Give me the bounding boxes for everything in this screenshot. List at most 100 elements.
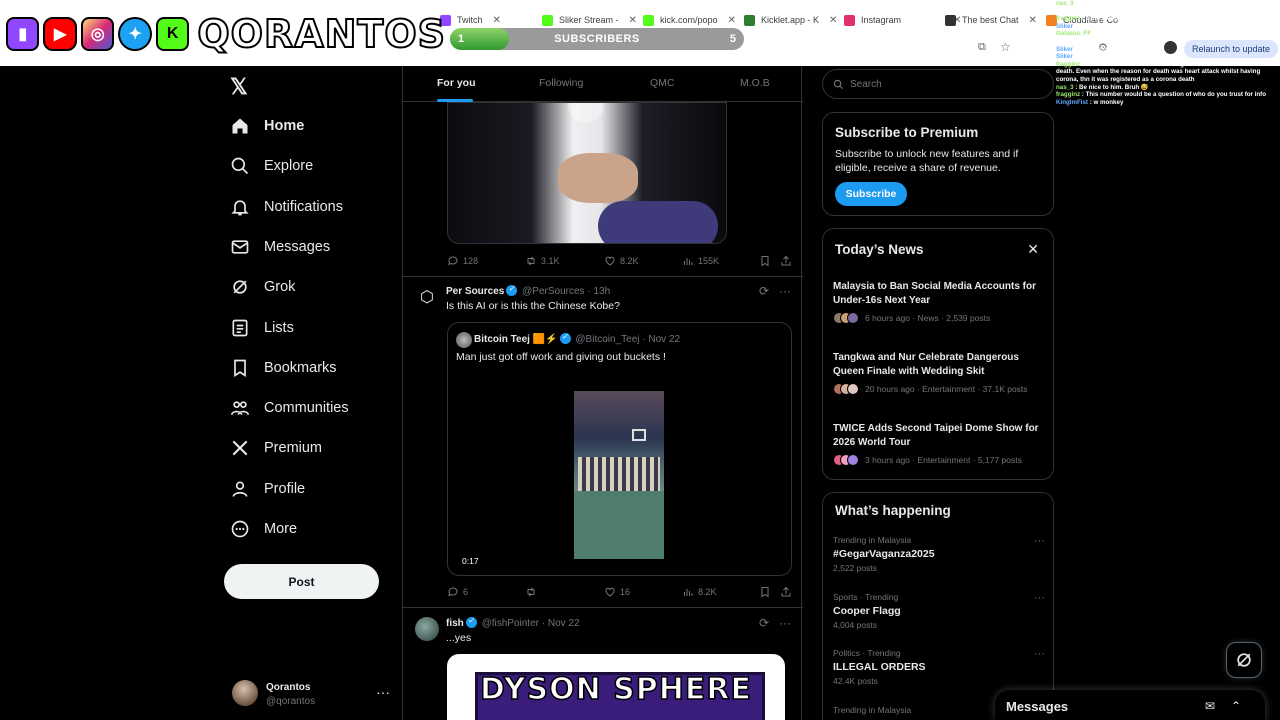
post-button[interactable]: Post <box>224 564 379 599</box>
trend-item[interactable]: Sports · Trending Cooper Flagg 4,004 posts… <box>833 592 1045 630</box>
post-image[interactable]: DYSON SPHERE <box>447 654 785 720</box>
author-name[interactable]: fish <box>446 618 464 629</box>
screen: Twitch ✕ Sliker Stream - ✕ kick.com/popo ✕ … <box>0 0 1280 720</box>
expand-icon[interactable]: ⌃ <box>1231 699 1241 713</box>
tab-following[interactable]: Following <box>539 77 583 89</box>
avatar[interactable] <box>415 617 439 641</box>
news-item[interactable]: Malaysia to Ban Social Media Accounts fo… <box>833 280 1045 324</box>
bookmark-button[interactable] <box>759 255 771 267</box>
views-button[interactable]: 155K <box>682 255 719 267</box>
post-time[interactable]: 13h <box>593 286 610 297</box>
more-dots-icon[interactable]: ··· <box>779 616 791 630</box>
home-icon <box>232 118 248 134</box>
author-handle[interactable]: @PerSources <box>522 286 584 297</box>
search-icon <box>231 157 249 175</box>
close-icon[interactable]: ✕ <box>829 15 837 26</box>
sidebar-item-more[interactable]: More <box>230 512 400 546</box>
browser-tab[interactable]: Kicklet.app - K ✕ <box>744 12 837 28</box>
tab-qmc[interactable]: QMC <box>650 77 675 89</box>
more-dots-icon[interactable]: ··· <box>1034 535 1045 547</box>
chat-username: nas_3 <box>1056 0 1074 7</box>
browser-tab[interactable]: kick.com/popo ✕ <box>643 12 736 28</box>
browser-tab[interactable]: The best Chat ✕ <box>945 12 1037 28</box>
close-icon[interactable]: ✕ <box>1029 15 1037 26</box>
timeline: For you Following QMC M.O.B 128 3.1K 8.2… <box>402 66 803 720</box>
sidebar-item-messages[interactable]: Messages <box>230 230 400 264</box>
subscriber-goal-bar: 1 SUBSCRIBERS 5 <box>450 28 744 50</box>
like-count: 8.2K <box>620 256 639 266</box>
x-logo-icon[interactable]: 𝕏 <box>230 74 248 100</box>
more-dots-icon[interactable]: ··· <box>1034 648 1045 660</box>
tab-for-you[interactable]: For you <box>437 77 476 89</box>
search-input[interactable]: Search <box>822 69 1054 99</box>
tab-label: Kicklet.app - K <box>761 15 820 25</box>
post-actions: 128 3.1K 8.2K 155K <box>447 253 793 269</box>
repost-button[interactable]: 3.1K <box>525 255 560 267</box>
kick-favicon-icon <box>542 14 553 26</box>
video-player[interactable] <box>574 391 664 559</box>
install-icon[interactable]: ⧉ <box>978 41 986 54</box>
repost-button[interactable] <box>525 586 541 598</box>
bookmark-button[interactable] <box>759 586 771 598</box>
search-icon <box>833 79 844 89</box>
close-icon[interactable]: ✕ <box>629 15 637 26</box>
play-icon[interactable] <box>568 103 604 123</box>
tab-mob[interactable]: M.O.B <box>740 77 770 89</box>
new-message-icon[interactable]: ✉ <box>1205 699 1215 713</box>
post-time[interactable]: Nov 22 <box>548 618 580 629</box>
goal-label: SUBSCRIBERS <box>554 33 640 45</box>
trend-context: Sports · Trending <box>833 592 899 602</box>
browser-tab[interactable]: Twitch ✕ <box>440 12 501 28</box>
news-item[interactable]: TWICE Adds Second Taipei Dome Show for 2… <box>833 422 1045 466</box>
grok-icon[interactable]: ⟳ <box>759 284 769 298</box>
account-switcher[interactable]: Qorantos @qorantos ··· <box>232 680 392 710</box>
sidebar-item-bookmarks[interactable]: Bookmarks <box>230 351 400 385</box>
more-dots-icon[interactable]: ··· <box>779 284 791 298</box>
grok-button[interactable] <box>1226 642 1262 678</box>
chat-message: Galasus_FF : That's why I asked how many… <box>1056 30 1266 45</box>
sidebar-item-communities[interactable]: Communities <box>230 391 400 425</box>
sidebar-item-notifications[interactable]: Notifications <box>230 190 400 224</box>
bookmark-star-icon[interactable]: ☆ <box>1000 40 1011 54</box>
chat-message: KingImFist : w monkey <box>1056 98 1124 106</box>
trend-item[interactable]: Trending in Malaysia #GegarVaganza2025 2,5… <box>833 535 1045 573</box>
close-icon[interactable]: ✕ <box>1027 241 1039 258</box>
sidebar-item-explore[interactable]: Explore <box>230 149 400 183</box>
like-button[interactable]: 16 <box>604 586 630 598</box>
close-icon[interactable]: ✕ <box>493 15 501 26</box>
share-button[interactable] <box>780 255 792 267</box>
messages-dock[interactable]: Messages ✉ ⌃ <box>995 690 1265 720</box>
like-button[interactable]: 8.2K <box>604 255 639 267</box>
grok-icon[interactable]: ⟳ <box>759 616 769 630</box>
author-name[interactable]: Per Sources <box>446 286 504 297</box>
more-dots-icon[interactable]: ··· <box>1034 592 1045 604</box>
bookmark-icon <box>234 359 246 377</box>
repost-count: 3.1K <box>541 256 560 266</box>
video-player[interactable] <box>447 102 727 244</box>
reply-button[interactable]: 128 <box>447 255 478 267</box>
more-dots-icon[interactable]: ··· <box>376 684 390 700</box>
quoted-post[interactable]: Bitcoin Teej 🟧⚡ @Bitcoin_Teej · Nov 22 M… <box>447 322 792 576</box>
sidebar-item-home[interactable]: Home <box>230 109 400 143</box>
bell-icon <box>231 200 249 215</box>
trend-item[interactable]: Politics · Trending ILLEGAL ORDERS 42.4K p… <box>833 648 1045 686</box>
sidebar-item-grok[interactable]: Grok <box>230 270 400 304</box>
views-icon <box>684 258 693 265</box>
share-button[interactable] <box>780 586 792 598</box>
sidebar-item-profile[interactable]: Profile <box>230 472 400 506</box>
subscribe-button[interactable]: Subscribe <box>835 182 907 206</box>
browser-tab[interactable]: Sliker Stream - ✕ <box>542 12 637 28</box>
twitch-icon: ▮ <box>6 17 40 51</box>
browser-tab[interactable]: Instagram ✕ <box>844 12 961 28</box>
avatar-stack <box>833 312 859 324</box>
chat-message: fragginz : Doctors were instructed to ch… <box>1056 60 1270 83</box>
author-handle[interactable]: @fishPointer <box>482 618 539 629</box>
sidebar-item-lists[interactable]: Lists <box>230 311 400 345</box>
news-item[interactable]: Tangkwa and Nur Celebrate Dangerous Quee… <box>833 351 1045 395</box>
sidebar-item-label: Explore <box>264 158 314 175</box>
views-button[interactable]: 8.2K <box>682 586 717 598</box>
avatar[interactable]: ⬡ <box>415 286 439 310</box>
reply-button[interactable]: 6 <box>447 586 468 598</box>
sidebar-item-premium[interactable]: Premium <box>230 431 400 465</box>
close-icon[interactable]: ✕ <box>728 15 736 26</box>
